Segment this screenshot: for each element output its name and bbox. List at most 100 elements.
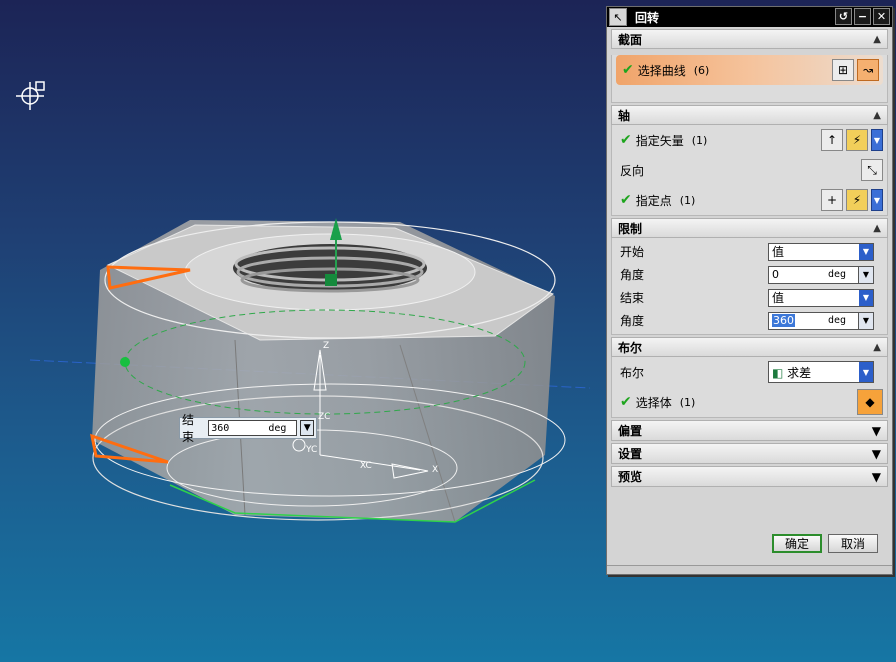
start-row: 开始 值 ▼ — [612, 240, 887, 263]
end-label: 结束 — [620, 291, 645, 305]
select-body-count: (1) — [679, 395, 696, 409]
chevron-down-icon: ▼ — [859, 243, 873, 260]
boolean-value-text: 求差 — [787, 365, 812, 380]
spin-down-icon[interactable]: ▼ — [858, 312, 873, 329]
reset-button[interactable]: ↺ — [835, 8, 852, 25]
section-header-limits[interactable]: 限制 ▲ — [611, 218, 888, 238]
start-type-select[interactable]: 值 ▼ — [768, 242, 874, 261]
section-header-offset[interactable]: 偏置 ▼ — [611, 420, 888, 441]
end-angle-value: 360 — [772, 314, 795, 327]
point-dialog-icon[interactable]: + — [821, 189, 843, 211]
start-angle-row: 角度 0 deg ▼ — [612, 263, 887, 286]
select-curve-row[interactable]: ✔ 选择曲线 (6) ⊞ ↝ — [616, 55, 883, 85]
section-title-section: 截面 — [618, 32, 643, 47]
spin-down-icon[interactable]: ▼ — [858, 266, 873, 283]
cancel-button[interactable]: 取消 — [828, 534, 878, 553]
chevron-down-icon: ▼ — [871, 469, 881, 484]
section-title-settings: 设置 — [618, 447, 643, 461]
section-title-axis: 轴 — [618, 108, 631, 123]
end-angle-row: 角度 360 deg ▼ — [612, 309, 887, 332]
chevron-down-icon: ▼ — [859, 362, 873, 382]
dialog-titlebar[interactable]: ↖ 回转 ↺ − ✕ — [607, 7, 892, 27]
chevron-up-icon: ▲ — [873, 222, 881, 234]
section-header-preview[interactable]: 预览 ▼ — [611, 466, 888, 487]
subtract-icon: ◧ — [772, 365, 784, 380]
floating-end-input[interactable]: 360 deg — [208, 420, 298, 436]
dialog-title: 回转 — [635, 10, 660, 25]
revolve-dialog: ↖ 回转 ↺ − ✕ 截面 ▲ ✔ 选择曲线 (6) ⊞ ↝ 轴 ▲ ✔ 指定矢… — [606, 6, 893, 575]
specify-point-count: (1) — [679, 193, 696, 207]
start-type-value: 值 — [772, 245, 785, 259]
curve-select-icon[interactable]: ↝ — [857, 59, 879, 81]
specify-point-label: 指定点 — [635, 193, 672, 208]
start-angle-label: 角度 — [620, 268, 645, 282]
vector-dropdown-icon[interactable]: ▼ — [871, 129, 883, 151]
section-title-limits: 限制 — [618, 221, 643, 236]
start-angle-unit: deg — [828, 269, 847, 280]
specify-vector-row[interactable]: ✔ 指定矢量 (1) ↑ ⚡ ▼ — [612, 125, 887, 155]
chevron-down-icon: ▼ — [859, 289, 873, 306]
floating-end-unit: deg — [268, 422, 287, 434]
axis-label-xc: XC — [360, 461, 372, 471]
check-icon: ✔ — [620, 394, 632, 410]
boolean-label: 布尔 — [620, 365, 645, 380]
floating-spin-down-icon[interactable]: ▼ — [300, 420, 314, 436]
select-body-row[interactable]: ✔ 选择体 (1) ◆ — [612, 387, 887, 417]
boolean-select[interactable]: ◧ 求差 ▼ — [768, 361, 874, 383]
vector-dialog-icon[interactable]: ↑ — [821, 129, 843, 151]
chevron-down-icon: ▼ — [871, 423, 881, 438]
start-angle-value: 0 — [772, 268, 779, 281]
chevron-down-icon: ▼ — [871, 446, 881, 461]
select-curve-label: 选择曲线 — [637, 63, 686, 78]
close-button[interactable]: ✕ — [873, 8, 890, 25]
check-icon: ✔ — [620, 132, 632, 148]
inferred-point-icon[interactable]: ⚡ — [846, 189, 868, 211]
start-label: 开始 — [620, 245, 645, 259]
select-body-label: 选择体 — [635, 395, 672, 410]
boolean-row: 布尔 ◧ 求差 ▼ — [612, 357, 887, 387]
reverse-row: 反向 ⤡ — [612, 155, 887, 185]
end-type-select[interactable]: 值 ▼ — [768, 288, 874, 307]
axis-label-z: Z — [323, 341, 330, 351]
section-title-boolean: 布尔 — [618, 340, 643, 355]
point-dropdown-icon[interactable]: ▼ — [871, 189, 883, 211]
start-angle-input[interactable]: 0 deg ▼ — [768, 265, 874, 284]
section-header-section[interactable]: 截面 ▲ — [611, 29, 888, 49]
check-icon: ✔ — [622, 62, 634, 78]
section-body-limits: 开始 值 ▼ 角度 0 deg ▼ 结束 值 ▼ 角度 360 deg ▼ — [611, 238, 888, 335]
specify-vector-label: 指定矢量 — [635, 133, 684, 148]
ok-button[interactable]: 确定 — [772, 534, 822, 553]
solid-body-icon[interactable]: ◆ — [857, 389, 883, 415]
check-icon: ✔ — [620, 192, 632, 208]
reverse-label: 反向 — [620, 163, 645, 178]
chevron-up-icon: ▲ — [873, 341, 881, 353]
floating-end-value: 360 — [211, 422, 230, 434]
inferred-vector-icon[interactable]: ⚡ — [846, 129, 868, 151]
specify-point-row[interactable]: ✔ 指定点 (1) + ⚡ ▼ — [612, 185, 887, 215]
arrow-cursor-icon: ↖ — [609, 8, 627, 26]
minimize-button[interactable]: − — [854, 8, 871, 25]
crosshair-cursor-icon — [16, 81, 45, 110]
section-header-boolean[interactable]: 布尔 ▲ — [611, 337, 888, 357]
section-body-axis: ✔ 指定矢量 (1) ↑ ⚡ ▼ 反向 ⤡ ✔ 指定点 (1) + ⚡ ▼ — [611, 125, 888, 216]
axis-label-x: X — [432, 465, 439, 475]
end-angle-input[interactable]: 360 deg ▼ — [768, 311, 874, 330]
sketch-section-icon[interactable]: ⊞ — [832, 59, 854, 81]
reverse-direction-icon[interactable]: ⤡ — [861, 159, 883, 181]
section-title-preview: 预览 — [618, 470, 643, 484]
section-body-boolean: 布尔 ◧ 求差 ▼ ✔ 选择体 (1) ◆ — [611, 357, 888, 418]
end-angle-label: 角度 — [620, 314, 645, 328]
specify-vector-count: (1) — [691, 133, 708, 147]
dialog-footer: 确定 取消 — [607, 534, 892, 558]
section-header-axis[interactable]: 轴 ▲ — [611, 105, 888, 125]
end-type-value: 值 — [772, 291, 785, 305]
end-row: 结束 值 ▼ — [612, 286, 887, 309]
select-curve-count: (6) — [693, 63, 710, 77]
axis-label-zc: ZC — [318, 412, 331, 422]
chevron-up-icon: ▲ — [873, 109, 881, 121]
end-angle-unit: deg — [828, 315, 847, 326]
chevron-up-icon: ▲ — [873, 33, 881, 45]
section-header-settings[interactable]: 设置 ▼ — [611, 443, 888, 464]
axis-label-yc: YC — [306, 445, 318, 455]
horizontal-scrollbar[interactable] — [607, 565, 892, 574]
